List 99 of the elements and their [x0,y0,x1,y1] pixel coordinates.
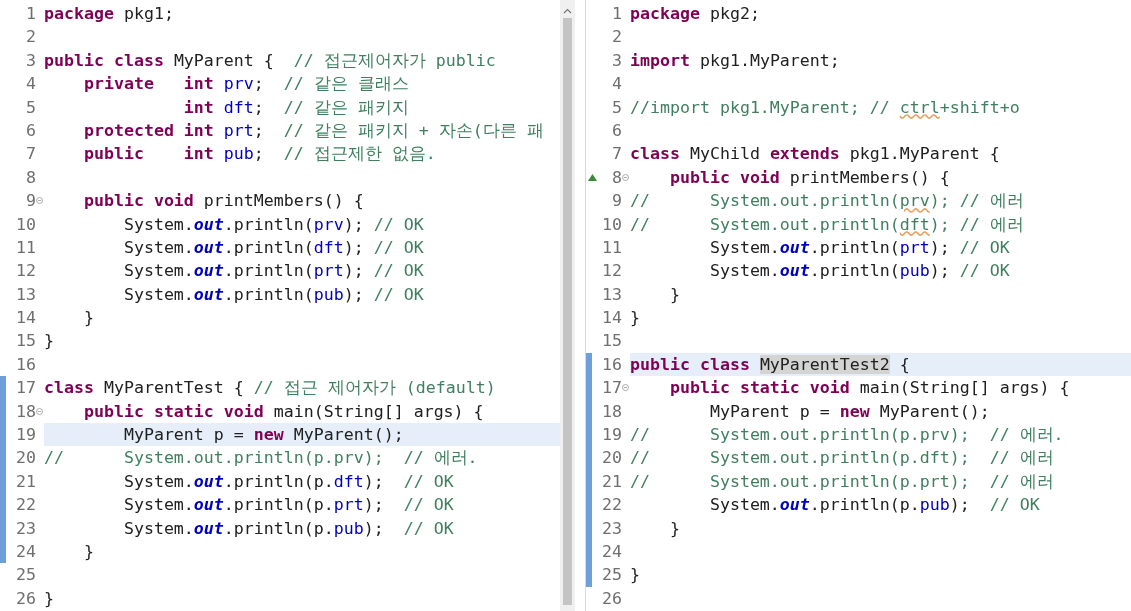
line-number: 19 [601,424,622,447]
line-number: 5 [611,96,622,119]
line-number: 10 [15,213,36,236]
line-number: 16 [15,353,36,376]
line-number: 15 [15,330,36,353]
line-number: 2 [611,26,622,49]
code-line: // System.out.println(p.prv); // 에러. [630,424,1065,447]
code-line: MyParent p = new MyParent(); [708,400,991,423]
line-number: 14 [15,307,36,330]
code-line: // System.out.println(p.prt); // 에러 [630,470,1055,493]
code-line: public int pub; // 접근제한 없음. [82,143,437,166]
code-line: class MyParentTest { // 접근 제어자가 (default) [44,377,497,400]
collapse-icon[interactable] [36,197,43,205]
line-number: 24 [15,541,36,563]
collapse-icon[interactable] [622,173,629,181]
line-number: 25 [601,564,622,587]
code-line: // System.out.println(prv); // 에러 [630,190,1025,213]
line-number: 26 [15,587,36,610]
line-number: 8 [25,166,36,189]
line-number: 3 [25,49,36,72]
code-line: } [44,587,55,610]
line-number: 22 [601,494,622,517]
code-line: class MyChild extends pkg1.MyParent { [630,143,1001,166]
code-line: package pkg1; [44,3,175,25]
line-number: 11 [15,236,36,259]
line-number: 23 [601,517,622,540]
line-number: 18 [15,400,36,423]
line-number: 23 [15,517,36,540]
line-number: 7 [25,143,36,166]
code-line: public class MyParent { // 접근제어자가 public [44,49,497,72]
code-line: System.out.println(p.dft); // OK [122,470,455,493]
code-line: System.out.println(p.pub); // OK [122,517,455,540]
line-number: 7 [611,143,622,166]
code-line: } [44,330,55,353]
code-line: public void printMembers() { [82,190,365,213]
line-number: 4 [25,73,36,96]
line-number: 15 [601,330,622,353]
line-number: 1 [611,3,622,25]
line-number: 4 [611,73,622,96]
line-number: 9 [25,190,36,213]
code-line: public static void main(String[] args) { [668,377,1071,400]
code-line: // System.out.println(p.dft); // 에러 [630,447,1055,470]
code-line: // System.out.println(dft); // 에러 [630,213,1025,236]
code-line: System.out.println(p.pub); // OK [708,494,1041,517]
line-number: 20 [15,447,36,470]
line-number: 13 [15,283,36,306]
line-number: 17 [15,377,36,400]
line-number: 13 [601,283,622,306]
line-number: 22 [15,494,36,517]
line-number: 12 [601,260,622,283]
line-number: 6 [611,119,622,142]
line-number: 2 [25,26,36,49]
code-line: System.out.println(pub); // OK [708,260,1011,283]
code-line: private int prv; // 같은 클래스 [82,73,410,96]
code-line: protected int prt; // 같은 패키지 + 자손(다른 패 [82,119,545,142]
code-line: // System.out.println(p.prv); // 에러. [44,447,479,470]
collapse-icon[interactable] [36,407,43,415]
line-number: 20 [601,447,622,470]
scrollbar-thumb[interactable] [563,18,572,605]
code-line: //import pkg1.MyParent; // ctrl+shift+o [630,96,1021,119]
line-number: 11 [601,236,622,259]
code-line: int dft; // 같은 패키지 [182,96,410,119]
line-number: 14 [601,307,622,330]
line-number: 12 [15,260,36,283]
code-line: System.out.println(dft); // OK [122,236,425,259]
line-number: 10 [601,213,622,236]
code-line: } [668,517,681,540]
line-number: 8 [611,166,622,189]
code-line: } [668,283,681,306]
line-number: 21 [15,470,36,493]
code-line: public static void main(String[] args) { [82,400,485,423]
code-line: System.out.println(p.prt); // OK [122,494,455,517]
code-line: System.out.println(prt); // OK [122,260,425,283]
code-line: public void printMembers() { [668,166,951,189]
line-number: 18 [601,400,622,423]
line-number: 6 [25,119,36,142]
line-number: 21 [601,470,622,493]
scrollbar[interactable] [560,0,575,611]
line-number: 9 [611,190,622,213]
line-number: 3 [611,49,622,72]
code-line: import pkg1.MyParent; [630,49,841,72]
line-number: 26 [601,587,622,610]
line-number: 16 [601,353,622,376]
scroll-up-icon[interactable] [563,8,572,14]
code-line: System.out.println(pub); // OK [122,283,425,306]
code-line: } [82,541,95,563]
code-line: System.out.println(prt); // OK [708,236,1011,259]
line-number: 5 [25,96,36,119]
line-number: 17 [601,377,622,400]
code-line: System.out.println(prv); // OK [122,213,425,236]
code-line: package pkg2; [630,3,761,25]
collapse-icon[interactable] [622,384,629,392]
code-line: } [82,307,95,330]
line-number: 24 [601,541,622,563]
line-number: 1 [25,3,36,25]
code-line: } [630,307,641,330]
line-number: 19 [15,424,36,447]
code-line: } [630,564,641,587]
line-number: 25 [15,564,36,587]
